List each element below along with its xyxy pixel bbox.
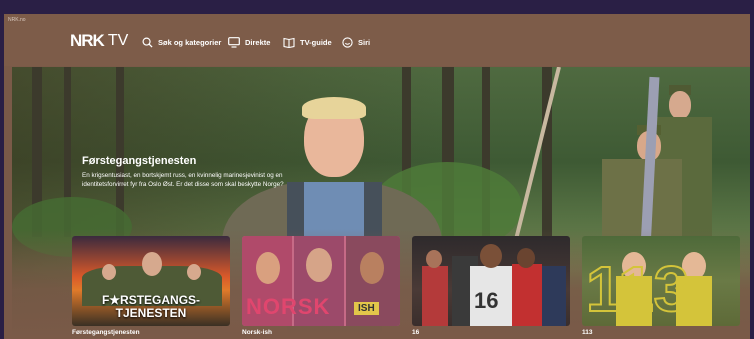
card-label: 16: [412, 329, 420, 336]
card-label: 113: [582, 329, 593, 336]
card-art-title: 16: [474, 288, 499, 313]
profile-smiley-icon: [342, 36, 353, 48]
url-text: NRK.no: [8, 17, 26, 23]
card-art-title: NORSK: [246, 294, 331, 319]
top-navigation-bar: NRK.no NRK TV Søk og kategorier Direkte: [4, 14, 750, 66]
hero-description: En krigsentusiast, en bortskjemt russ, e…: [82, 172, 284, 188]
nav-label: Siri: [358, 37, 371, 47]
nav-label: TV-guide: [300, 37, 332, 47]
card-label: Norsk-ish: [242, 329, 272, 336]
book-icon: [283, 37, 295, 48]
nav-search-categories[interactable]: Søk og kategorier: [142, 35, 221, 49]
logo-product: TV: [107, 32, 129, 49]
card-16[interactable]: 16: [412, 236, 570, 326]
logo-brand: NRK: [70, 31, 105, 50]
tv-screen: NRK.no NRK TV Søk og kategorier Direkte: [4, 14, 750, 339]
card-113[interactable]: 113: [582, 236, 740, 326]
nav-profile-siri[interactable]: Siri: [342, 35, 370, 49]
nav-label: Direkte: [245, 37, 271, 47]
card-norsk-ish[interactable]: NORSK ISH: [242, 236, 400, 326]
nav-tv-guide[interactable]: TV-guide: [283, 35, 332, 49]
nav-label: Søk og kategorier: [158, 37, 222, 47]
card-forstegangstjenesten[interactable]: F★RSTEGANGS- TJENESTEN: [72, 236, 230, 326]
nrk-tv-logo[interactable]: NRK TV: [70, 31, 129, 50]
hero-title: Førstegangstjenesten: [82, 155, 197, 167]
card-art-title: F★RSTEGANGS- TJENESTEN: [101, 293, 201, 320]
card-art-subtitle: ISH: [354, 302, 379, 315]
tv-screen-icon: [228, 36, 240, 48]
nav-direkte[interactable]: Direkte: [228, 35, 270, 49]
card-art-title: 113: [585, 253, 690, 325]
search-icon: [142, 37, 153, 48]
card-label: Førstegangstjenesten: [72, 329, 140, 336]
